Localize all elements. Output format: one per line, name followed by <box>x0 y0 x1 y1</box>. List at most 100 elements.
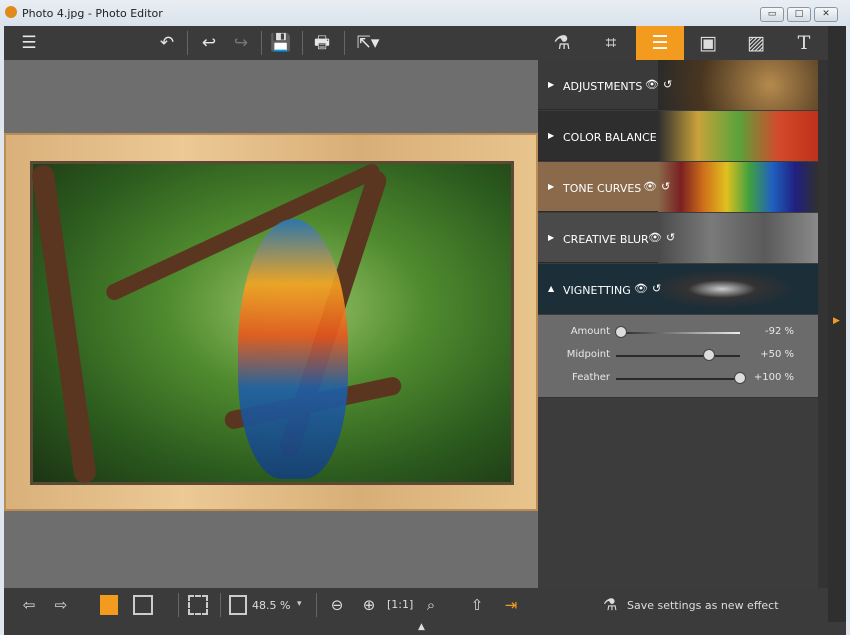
rotate-icon[interactable]: ↶ <box>152 26 182 60</box>
section-color-balance[interactable]: ▶ COLOR BALANCE <box>538 111 818 161</box>
color-powder-image <box>658 111 818 161</box>
panel-scrollbar[interactable] <box>818 60 828 588</box>
bottom-toolbar: ⇦ ⇨ 48.5 % ▾ ⊖ ⊕ [1:1] ⌕ ⇧ ⇥ <box>4 588 538 622</box>
tool-tabs: ⚗ ⌗ ☰ ▣ ▨ T <box>538 26 828 60</box>
crop-icon[interactable]: ⌗ <box>587 26 635 60</box>
section-label: VIGNETTING <box>563 284 631 297</box>
flask-icon[interactable]: ⚗ <box>538 26 586 60</box>
vignetting-controls: Amount -92 % Midpoint +50 % Feather +100… <box>538 315 818 398</box>
section-creative-blur[interactable]: ▶ CREATIVE BLUR 👁 ↺ <box>538 213 818 263</box>
divider <box>220 593 221 617</box>
section-label: CREATIVE BLUR <box>563 233 649 246</box>
parrot <box>238 219 348 479</box>
slider-knob[interactable] <box>703 349 715 361</box>
section-tone-curves[interactable]: ▶ TONE CURVES 👁 ↺ <box>538 162 818 212</box>
reset-icon[interactable]: ↺ <box>661 180 670 193</box>
section-vignetting[interactable]: ▲ VIGNETTING 👁 ↺ <box>538 264 818 314</box>
expand-arrow-icon: ▶ <box>548 233 555 242</box>
upload-icon[interactable]: ⇧ <box>464 588 490 622</box>
flask-plus-icon: ⚗ <box>603 595 618 614</box>
divider <box>261 31 262 55</box>
section-label: ADJUSTMENTS <box>563 80 643 93</box>
previous-icon[interactable]: ⇦ <box>16 588 42 622</box>
eye-icon[interactable]: 👁 <box>645 78 659 91</box>
zoom-dropdown-icon[interactable]: ▾ <box>297 599 302 609</box>
midpoint-slider[interactable] <box>616 355 740 357</box>
feather-slider[interactable] <box>616 378 740 380</box>
undo-icon[interactable]: ↩ <box>194 26 224 60</box>
split-view-icon[interactable] <box>188 595 208 615</box>
divider <box>344 31 345 55</box>
amount-slider[interactable] <box>616 332 740 334</box>
eye-icon[interactable]: 👁 <box>634 282 648 295</box>
close-button[interactable]: ✕ <box>814 7 838 22</box>
expand-arrow-icon: ▶ <box>548 182 555 191</box>
window-title: Photo 4.jpg - Photo Editor <box>22 7 163 20</box>
expand-arrow-icon: ▶ <box>548 80 555 89</box>
expand-arrow-icon: ▶ <box>548 131 555 140</box>
slider-knob[interactable] <box>614 326 627 338</box>
expand-up-icon[interactable]: ▲ <box>418 622 425 632</box>
slider-value: -92 % <box>764 326 794 337</box>
slider-label: Midpoint <box>566 349 610 360</box>
title-bar: Photo 4.jpg - Photo Editor ▭ □ ✕ <box>0 0 850 26</box>
wooden-frame <box>4 133 538 511</box>
reset-icon[interactable]: ↺ <box>663 78 672 91</box>
fit-icon[interactable] <box>229 595 247 615</box>
midpoint-slider-row: Midpoint +50 % <box>538 344 818 367</box>
maximize-button[interactable]: □ <box>787 7 811 22</box>
redo-icon[interactable]: ↪ <box>226 26 256 60</box>
eye-icon[interactable]: 👁 <box>643 180 657 193</box>
slider-value: +100 % <box>753 372 794 383</box>
gears-image <box>658 60 818 110</box>
bowtie-image <box>658 264 818 314</box>
section-adjustments[interactable]: ▶ ADJUSTMENTS 👁 ↺ <box>538 60 818 110</box>
text-icon[interactable]: T <box>780 26 828 60</box>
sliders-icon[interactable]: ☰ <box>636 26 684 60</box>
save-icon[interactable]: 💾 <box>266 26 296 60</box>
slider-label: Feather <box>571 372 610 383</box>
next-icon[interactable]: ⇨ <box>48 588 74 622</box>
zoom-fit-icon[interactable]: ⌕ <box>418 588 444 622</box>
divider <box>178 593 179 617</box>
slider-label: Amount <box>570 326 610 337</box>
section-label: COLOR BALANCE <box>563 131 657 144</box>
zoom-out-icon[interactable]: ⊖ <box>324 588 350 622</box>
compare-view-icon[interactable] <box>133 595 153 615</box>
export-icon[interactable]: ⇱▾ <box>350 26 386 60</box>
single-view-icon[interactable] <box>100 595 118 615</box>
street-image <box>658 213 818 263</box>
image-canvas[interactable] <box>4 60 538 588</box>
print-icon[interactable]: 🖶 <box>307 26 337 60</box>
collapse-arrow-icon: ▲ <box>548 284 555 293</box>
branch <box>30 164 98 484</box>
reset-icon[interactable]: ↺ <box>666 231 675 244</box>
section-label: TONE CURVES <box>563 182 642 195</box>
save-effect-bar[interactable]: ⚗ Save settings as new effect <box>538 588 828 622</box>
zoom-in-icon[interactable]: ⊕ <box>356 588 382 622</box>
minimize-button[interactable]: ▭ <box>760 7 784 22</box>
divider <box>187 31 188 55</box>
filmstrip-toggle[interactable]: ▲ <box>4 622 846 635</box>
slider-value: +50 % <box>760 349 794 360</box>
divider <box>316 593 317 617</box>
photo-parrot <box>30 161 514 485</box>
divider <box>302 31 303 55</box>
pencils-image <box>658 162 818 212</box>
app-icon <box>5 6 17 18</box>
main-toolbar: ☰ ↶ ↩ ↪ 💾 🖶 ⇱▾ <box>4 26 538 60</box>
exit-icon[interactable]: ⇥ <box>498 588 524 622</box>
expand-right-icon[interactable]: ▶ <box>833 316 840 326</box>
reset-icon[interactable]: ↺ <box>652 282 661 295</box>
texture-icon[interactable]: ▨ <box>732 26 780 60</box>
menu-icon[interactable]: ☰ <box>14 26 44 60</box>
eye-icon[interactable]: 👁 <box>648 231 662 244</box>
frame-icon[interactable]: ▣ <box>684 26 732 60</box>
effects-panel: ▶ ADJUSTMENTS 👁 ↺ ▶ COLOR BALANCE ▶ TONE… <box>538 60 818 588</box>
actual-size-icon[interactable]: [1:1] <box>387 588 413 622</box>
feather-slider-row: Feather +100 % <box>538 367 818 390</box>
side-collapse-strip[interactable]: ▶ <box>828 26 846 622</box>
save-effect-button[interactable]: Save settings as new effect <box>627 599 779 612</box>
zoom-level[interactable]: 48.5 % <box>252 599 290 612</box>
slider-knob[interactable] <box>734 372 746 384</box>
